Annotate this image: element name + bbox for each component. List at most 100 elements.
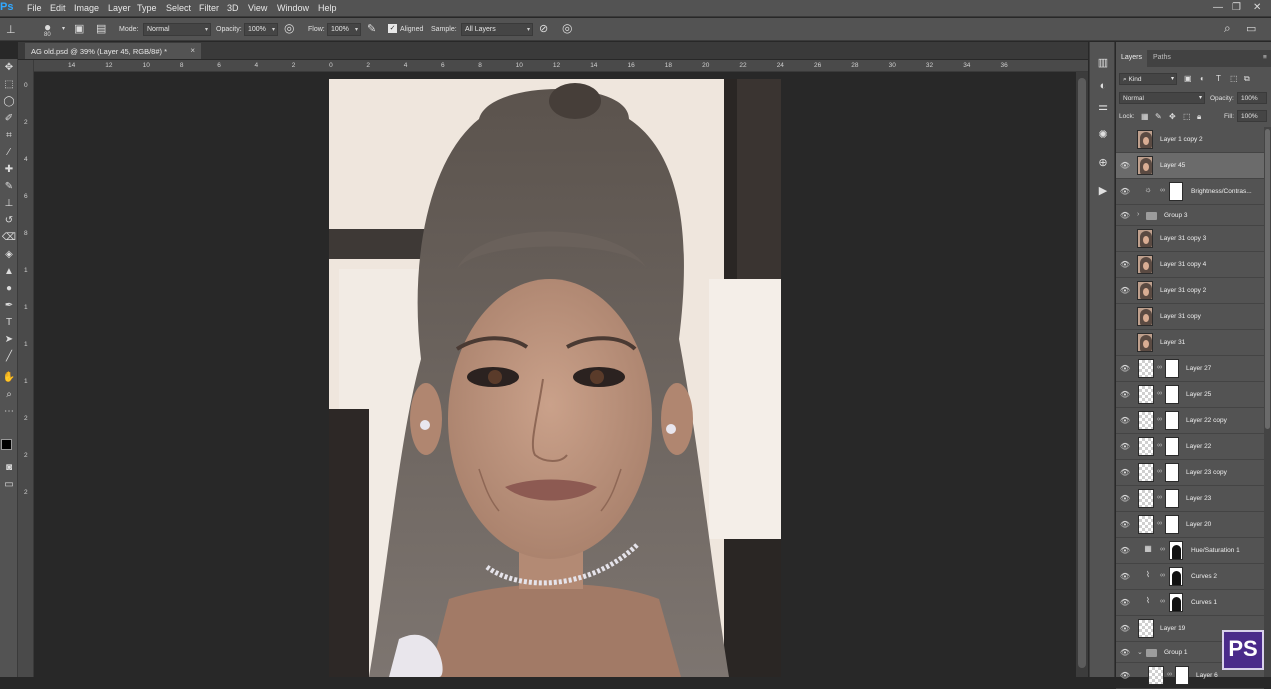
menu-filter[interactable]: Filter (199, 3, 219, 13)
minimize-icon[interactable]: — (1213, 2, 1223, 13)
properties-icon[interactable]: ⚌ (1094, 100, 1112, 118)
tab-layers[interactable]: Layers (1116, 50, 1148, 67)
brush-panel-icon[interactable]: ▣ (74, 22, 84, 35)
layer-row[interactable]: 👁︎ Layer 31 (1116, 330, 1264, 356)
document-image[interactable] (329, 79, 781, 677)
crop-tool-icon[interactable]: ⌗ (1, 130, 17, 145)
layer-mask-thumbnail[interactable] (1165, 437, 1179, 456)
visibility-eye-icon[interactable]: 👁︎ (1119, 442, 1131, 451)
pressure-opacity-icon[interactable]: ◎ (284, 21, 294, 35)
layers-scrollbar[interactable] (1264, 127, 1271, 677)
layer-mask-thumbnail[interactable] (1165, 489, 1179, 508)
ignore-adjustment-icon[interactable]: ⊘ (539, 22, 548, 35)
visibility-eye-icon[interactable]: 👁︎ (1119, 338, 1131, 347)
close-tab-icon[interactable]: × (190, 46, 195, 55)
pressure-size-icon[interactable]: ◎ (562, 21, 572, 35)
visibility-eye-icon[interactable]: 👁︎ (1119, 416, 1131, 425)
link-icon[interactable]: ∞ (1157, 442, 1162, 449)
layer-mask-thumbnail[interactable] (1165, 359, 1179, 378)
sample-select[interactable]: All Layers ▾ (461, 23, 533, 36)
clone-source-panel-icon[interactable]: ⊕ (1094, 156, 1112, 174)
opacity-field[interactable]: 100% ▾ (244, 23, 278, 36)
blend-mode-select[interactable]: Normal ▾ (1119, 92, 1205, 104)
visibility-eye-icon[interactable]: 👁︎ (1119, 260, 1131, 269)
expand-arrow-icon[interactable]: ⌄ (1137, 648, 1143, 656)
workspace-icon[interactable]: ▭ (1246, 22, 1256, 35)
pen-tool-icon[interactable]: ✒ (1, 300, 17, 315)
marquee-tool-icon[interactable]: ⬚ (1, 79, 17, 94)
link-icon[interactable]: ∞ (1157, 364, 1162, 371)
type-tool-icon[interactable]: T (1, 317, 17, 332)
filter-type-icon[interactable]: T (1216, 74, 1221, 83)
layer-row[interactable]: 👁︎ Layer 31 copy 2 (1116, 278, 1264, 304)
aligned-checkbox[interactable]: ✓ (388, 24, 397, 33)
quick-mask-icon[interactable]: ◙ (1, 462, 17, 477)
visibility-eye-icon[interactable]: 👁︎ (1119, 312, 1131, 321)
line-tool-icon[interactable]: ╱ (1, 351, 17, 366)
visibility-eye-icon[interactable]: 👁︎ (1119, 520, 1131, 529)
history-brush-tool-icon[interactable]: ↺ (1, 215, 17, 230)
search-icon[interactable]: ⌕ (1224, 21, 1231, 36)
layer-row[interactable]: 👁︎ ∞ Layer 22 copy (1116, 408, 1264, 434)
link-icon[interactable]: ∞ (1157, 416, 1162, 423)
fill-field[interactable]: 100% (1237, 110, 1267, 122)
link-icon[interactable]: ∞ (1160, 546, 1165, 553)
play-actions-icon[interactable]: ▶ (1094, 184, 1112, 202)
clone-stamp-tool-icon[interactable]: ⊥ (1, 198, 17, 213)
link-icon[interactable]: ∞ (1160, 572, 1165, 579)
layer-mask-thumbnail[interactable] (1175, 666, 1189, 685)
path-select-tool-icon[interactable]: ➤ (1, 334, 17, 349)
visibility-eye-icon[interactable]: 👁︎ (1119, 648, 1131, 657)
link-icon[interactable]: ∞ (1157, 494, 1162, 501)
layer-row[interactable]: 👁︎ ∞ Layer 27 (1116, 356, 1264, 382)
flow-field[interactable]: 100% ▾ (327, 23, 361, 36)
visibility-eye-icon[interactable]: 👁︎ (1119, 390, 1131, 399)
more-tools-icon[interactable]: ⋯ (1, 406, 17, 421)
layer-row[interactable]: 👁︎ ☼ ∞ Brightness/Contras... (1116, 179, 1264, 205)
layer-row[interactable]: 👁︎ ∞ Layer 20 (1116, 512, 1264, 538)
layer-mask-thumbnail[interactable] (1165, 515, 1179, 534)
lock-position-icon[interactable]: ✥ (1169, 112, 1176, 121)
layer-row[interactable]: 👁︎ Layer 31 copy 4 (1116, 252, 1264, 278)
eyedropper-tool-icon[interactable]: ⁄ (1, 147, 17, 162)
visibility-eye-icon[interactable]: 👁︎ (1119, 187, 1131, 196)
link-icon[interactable]: ∞ (1157, 390, 1162, 397)
layer-mask-thumbnail[interactable] (1169, 593, 1183, 612)
mode-select[interactable]: Normal ▾ (143, 23, 211, 36)
visibility-eye-icon[interactable]: 👁︎ (1119, 286, 1131, 295)
layer-row[interactable]: 👁︎ ⌇ ∞ Curves 1 (1116, 590, 1264, 616)
scrollbar-thumb[interactable] (1078, 78, 1086, 668)
quick-select-tool-icon[interactable]: ✐ (1, 113, 17, 128)
visibility-eye-icon[interactable]: 👁︎ (1119, 161, 1131, 170)
menu-view[interactable]: View (248, 3, 267, 13)
eraser-tool-icon[interactable]: ⌫ (1, 232, 17, 247)
link-icon[interactable]: ∞ (1157, 468, 1162, 475)
tab-paths[interactable]: Paths (1148, 50, 1176, 67)
layer-row[interactable]: 👁︎ ∞ Layer 23 copy (1116, 460, 1264, 486)
layer-mask-thumbnail[interactable] (1165, 385, 1179, 404)
menu-help[interactable]: Help (318, 3, 337, 13)
blur-tool-icon[interactable]: ▲ (1, 266, 17, 281)
dodge-tool-icon[interactable]: ● (1, 283, 17, 298)
brush-tool-icon[interactable]: ✎ (1, 181, 17, 196)
layer-row[interactable]: 👁︎ Layer 31 copy (1116, 304, 1264, 330)
menu-type[interactable]: Type (137, 3, 157, 13)
move-tool-icon[interactable]: ✥ (1, 62, 17, 77)
layer-row[interactable]: 👁︎ ▦ ∞ Hue/Saturation 1 (1116, 538, 1264, 564)
menu-layer[interactable]: Layer (108, 3, 131, 13)
layer-row[interactable]: 👁︎ ∞ Layer 22 (1116, 434, 1264, 460)
lock-all-icon[interactable]: 🔒︎ (1197, 112, 1201, 122)
hand-tool-icon[interactable]: ✋ (1, 372, 17, 387)
paint-bucket-tool-icon[interactable]: ◈ (1, 249, 17, 264)
layer-row[interactable]: 👁︎ Layer 45 (1116, 153, 1264, 179)
layer-row[interactable]: 👁︎ Layer 31 copy 3 (1116, 226, 1264, 252)
layer-row[interactable]: 👁︎ ⌇ ∞ Curves 2 (1116, 564, 1264, 590)
filter-shape-icon[interactable]: ⬚ (1230, 74, 1238, 83)
visibility-eye-icon[interactable]: 👁︎ (1119, 598, 1131, 607)
restore-icon[interactable]: ❐ (1232, 2, 1241, 13)
visibility-eye-icon[interactable]: 👁︎ (1119, 572, 1131, 581)
menu-select[interactable]: Select (166, 3, 191, 13)
collapse-arrow-icon[interactable]: › (1137, 211, 1139, 218)
menu-3d[interactable]: 3D (227, 3, 239, 13)
visibility-eye-icon[interactable]: 👁︎ (1119, 671, 1131, 680)
